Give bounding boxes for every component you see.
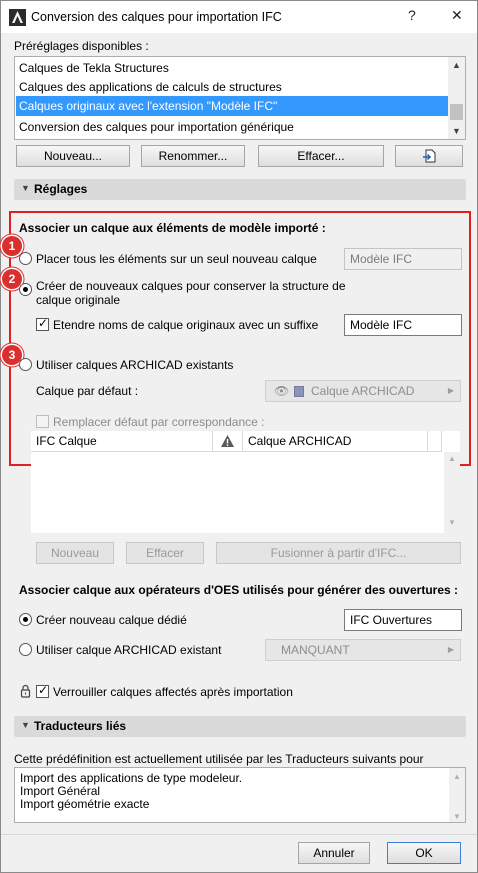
- import-file-icon: [423, 149, 436, 163]
- scroll-down-icon[interactable]: ▼: [448, 518, 456, 527]
- translators-section-header[interactable]: ▼ Traducteurs liés: [14, 716, 466, 737]
- suffix-field[interactable]: Modèle IFC: [344, 314, 462, 336]
- layer-icon: [294, 386, 304, 397]
- single-layer-radio[interactable]: [19, 252, 32, 265]
- settings-section-header[interactable]: ▼ Réglages: [14, 179, 466, 200]
- scroll-up-icon[interactable]: ▲: [453, 770, 461, 783]
- scroll-down-icon[interactable]: ▼: [453, 810, 461, 823]
- suffix-label: Etendre noms de calque originaux avec un…: [53, 318, 319, 332]
- existing-opening-layer-radio[interactable]: [19, 643, 32, 656]
- collapse-triangle-icon[interactable]: ▼: [21, 183, 30, 193]
- list-item[interactable]: Calques des applications de calculs de s…: [16, 77, 448, 97]
- collapse-triangle-icon[interactable]: ▼: [21, 720, 30, 730]
- lock-label: Verrouiller calques affectés après impor…: [53, 685, 293, 699]
- ok-button[interactable]: OK: [387, 842, 461, 864]
- translators-description: Cette prédéfinition est actuellement uti…: [14, 752, 424, 766]
- opening-layer-dropdown[interactable]: MANQUANT ▶: [265, 639, 461, 661]
- close-button[interactable]: ✕: [451, 7, 463, 24]
- new-preset-button[interactable]: Nouveau...: [16, 145, 130, 167]
- single-layer-field[interactable]: Modèle IFC: [344, 248, 462, 270]
- translators-scrollbar[interactable]: ▲ ▼: [449, 768, 465, 822]
- openings-layer-field[interactable]: IFC Ouvertures: [344, 609, 462, 631]
- warning-icon: [221, 435, 234, 447]
- existing-layers-radio[interactable]: [19, 358, 32, 371]
- dropdown-arrow-icon: ▶: [447, 645, 454, 654]
- help-button[interactable]: ?: [408, 7, 416, 23]
- column-header-archicad-layer[interactable]: Calque ARCHICAD: [243, 431, 428, 452]
- window-title: Conversion des calques pour importation …: [31, 10, 282, 24]
- step-marker-1: 1: [2, 236, 22, 256]
- lock-checkbox[interactable]: [36, 683, 49, 698]
- list-item[interactable]: Conversion des calques pour importation …: [16, 117, 448, 137]
- table-scrollbar[interactable]: ▲ ▼: [444, 452, 460, 533]
- list-item: Import géométrie exacte: [20, 797, 150, 811]
- column-header-status[interactable]: [213, 431, 243, 452]
- replace-label: Remplacer défaut par correspondance :: [53, 415, 265, 429]
- dialog-window: Conversion des calques pour importation …: [0, 0, 478, 873]
- merge-from-ifc-button[interactable]: Fusionner à partir d'IFC...: [216, 542, 461, 564]
- existing-opening-layer-label: Utiliser calque ARCHICAD existant: [36, 643, 222, 657]
- rename-preset-button[interactable]: Renommer...: [141, 145, 245, 167]
- delete-preset-button[interactable]: Effacer...: [258, 145, 384, 167]
- scroll-thumb[interactable]: [450, 104, 463, 120]
- import-preset-button[interactable]: [395, 145, 463, 167]
- new-layers-label-line2: calque originale: [36, 293, 121, 307]
- presets-label: Préréglages disponibles :: [14, 39, 149, 53]
- presets-list[interactable]: Calques de Tekla Structures Calques des …: [14, 56, 466, 140]
- scroll-up-icon[interactable]: ▲: [448, 454, 456, 463]
- lock-icon: [20, 684, 31, 698]
- assoc-title: Associer un calque aux éléments de modèl…: [19, 221, 326, 235]
- column-header-ifc-layer[interactable]: IFC Calque: [31, 431, 213, 452]
- new-layers-label-line1: Créer de nouveaux calques pour conserver…: [36, 279, 346, 293]
- new-layers-radio[interactable]: [19, 283, 32, 296]
- dedicated-layer-label: Créer nouveau calque dédié: [36, 613, 187, 627]
- translators-list[interactable]: Import des applications de type modeleur…: [14, 767, 466, 823]
- column-header-extra: [428, 431, 442, 452]
- replace-checkbox[interactable]: [36, 415, 49, 428]
- list-item-selected[interactable]: Calques originaux avec l'extension "Modè…: [16, 96, 448, 116]
- single-layer-label: Placer tous les éléments sur un seul nou…: [36, 252, 317, 266]
- default-layer-label: Calque par défaut :: [36, 384, 139, 398]
- title-bar: Conversion des calques pour importation …: [1, 1, 477, 33]
- suffix-checkbox[interactable]: [36, 316, 49, 331]
- cancel-button[interactable]: Annuler: [298, 842, 370, 864]
- mapping-table[interactable]: IFC Calque Calque ARCHICAD ▲ ▼: [31, 431, 460, 533]
- presets-scrollbar[interactable]: ▲ ▼: [448, 57, 465, 139]
- eye-icon: 👁: [274, 384, 290, 398]
- openings-title: Associer calque aux opérateurs d'OES uti…: [19, 583, 459, 597]
- footer-divider: [1, 834, 477, 835]
- table-new-button[interactable]: Nouveau: [36, 542, 114, 564]
- table-delete-button[interactable]: Effacer: [126, 542, 204, 564]
- scroll-up-icon[interactable]: ▲: [452, 60, 461, 70]
- archicad-logo-icon: [9, 9, 26, 26]
- list-item[interactable]: Calques de Tekla Structures: [16, 58, 448, 78]
- existing-layers-label: Utiliser calques ARCHICAD existants: [36, 358, 234, 372]
- scroll-down-icon[interactable]: ▼: [452, 126, 461, 136]
- dropdown-arrow-icon: ▶: [447, 386, 454, 395]
- dedicated-layer-radio[interactable]: [19, 613, 32, 626]
- default-layer-dropdown[interactable]: 👁 Calque ARCHICAD ▶: [265, 380, 461, 402]
